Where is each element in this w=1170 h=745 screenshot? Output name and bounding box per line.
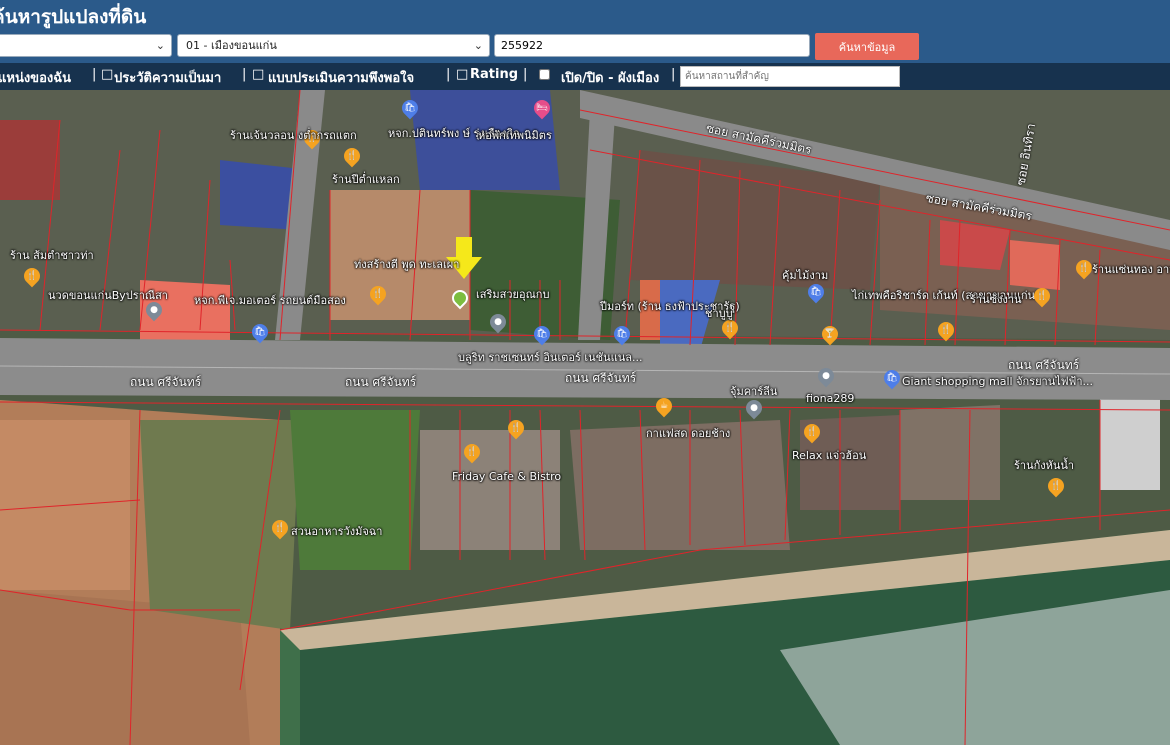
shop-icon[interactable]: 🛍 [248, 320, 272, 344]
place-label: คุ้มไม้งาม [782, 269, 829, 282]
place-label: Relax แจ่วฮ้อน [792, 449, 867, 462]
pin-icon[interactable]: ● [814, 364, 838, 388]
survey-checkbox-icon: □ [252, 67, 265, 82]
road-label: ถนน ศรีจันทร์ [345, 375, 417, 389]
place-label: บลูริท ราชเซนทร์ อินเตอร์ เนชันแนล... [458, 351, 643, 364]
place-label: หอพักเทพนิมิตร [478, 129, 552, 142]
place-label: ร้านเจ้นวลอน งต่ำกรถแตก [230, 129, 357, 142]
map-view[interactable]: ซอย สามัคคีร่วมมิตร ซอย สามัคคีร่วมมิตร … [0, 90, 1170, 745]
parcel-number-input[interactable] [494, 34, 810, 57]
pin-icon[interactable]: ● [742, 396, 766, 420]
place-label: นวดขอนแก่นByปราณีสา [48, 289, 168, 302]
restaurant-icon[interactable]: 🍴 [934, 318, 958, 342]
place-label: กาแฟสด ดอยช้าง [646, 427, 731, 440]
restaurant-icon[interactable]: 🍴 [504, 416, 528, 440]
place-search-input[interactable] [680, 66, 900, 87]
pin-icon[interactable]: ● [486, 310, 510, 334]
place-label: ชาบูบู [705, 307, 733, 320]
bar-icon[interactable]: 🍸 [818, 322, 842, 346]
restaurant-icon[interactable]: 🍴 [366, 282, 390, 306]
shop-icon[interactable]: 🛍 [530, 322, 554, 346]
city-plan-toggle-checkbox[interactable] [539, 69, 550, 80]
menu-bar: แหน่งของฉัน | □ ประวัติความเป็นมา | □ แบ… [0, 63, 1170, 90]
road-label: ถนน ศรีจันทร์ [130, 375, 202, 389]
search-bar: ⌄ 01 - เมืองขอนแก่น ⌄ ค้นหาข้อมูล [0, 31, 1170, 63]
restaurant-icon[interactable]: 🍴 [800, 420, 824, 444]
place-label: ท่งสร้างตี พูด ทะเลเผา [354, 258, 460, 271]
rating-checkbox-icon: □ [456, 67, 469, 82]
shop-icon[interactable]: 🛍 [880, 366, 904, 390]
place-label: หจก.พีเจ.มอเตอร์ รถยนต์มือสอง [194, 294, 346, 307]
shop-icon[interactable]: 🛍 [610, 322, 634, 346]
satellite-map [0, 90, 1170, 745]
title-bar: ค้นหารูปแปลงที่ดิน [0, 0, 1170, 31]
place-label: Giant shopping mall จักรยานไฟฟ้า... [902, 375, 1094, 388]
place-label: ร้าน ส้มตำชาวท่า [10, 249, 94, 262]
city-plan-toggle-label: เปิด/ปิด - ผังเมือง [561, 71, 660, 86]
place-label: เสริมสวยอุณกบ [476, 288, 550, 301]
restaurant-icon[interactable]: 🍴 [1030, 284, 1054, 308]
place-label: ร้านกังหันน้ำ [1014, 459, 1075, 472]
survey-link[interactable]: แบบประเมินความพึงพอใจ [268, 67, 414, 88]
chevron-down-icon: ⌄ [155, 39, 165, 52]
cafe-icon[interactable]: ☕ [652, 394, 676, 418]
shop-icon[interactable]: 🛍 [804, 280, 828, 304]
place-label: สวนอาหารวังมัจฉา [291, 525, 383, 538]
shop-icon[interactable]: 🛍 [398, 96, 422, 120]
page-title: ค้นหารูปแปลงที่ดิน [0, 6, 147, 28]
place-label: ร้านซ้งงาน [970, 293, 1022, 306]
place-label: ร้านแซ่นทอง อาหารตามสั่ง [1092, 263, 1170, 276]
restaurant-icon[interactable]: 🍴 [20, 264, 44, 288]
district-select[interactable]: 01 - เมืองขอนแก่น ⌄ [177, 34, 490, 57]
place-label: Friday Cafe & Bistro [452, 470, 562, 483]
restaurant-icon[interactable]: 🍴 [268, 516, 292, 540]
restaurant-icon[interactable]: 🍴 [460, 440, 484, 464]
restaurant-icon[interactable]: 🍴 [340, 144, 364, 168]
rating-link[interactable]: Rating [470, 67, 518, 82]
restaurant-icon[interactable]: 🍴 [1044, 474, 1068, 498]
my-location-link[interactable]: แหน่งของฉัน [0, 67, 71, 88]
province-select[interactable]: ⌄ [0, 34, 172, 57]
place-label: fiona289 [806, 392, 855, 405]
history-link[interactable]: ประวัติความเป็นมา [114, 67, 221, 88]
hotel-icon[interactable]: 🛏 [530, 96, 554, 120]
road-label: ถนน ศรีจันทร์ [565, 371, 637, 385]
place-label: จุ้มคาร์ลีน [730, 385, 778, 398]
history-checkbox-icon: □ [101, 67, 114, 82]
place-label: ร้านปีต่ำแหลก [332, 173, 400, 186]
chevron-down-icon: ⌄ [473, 39, 483, 52]
district-value: 01 - เมืองขอนแก่น [186, 39, 277, 52]
search-button[interactable]: ค้นหาข้อมูล [815, 33, 919, 60]
